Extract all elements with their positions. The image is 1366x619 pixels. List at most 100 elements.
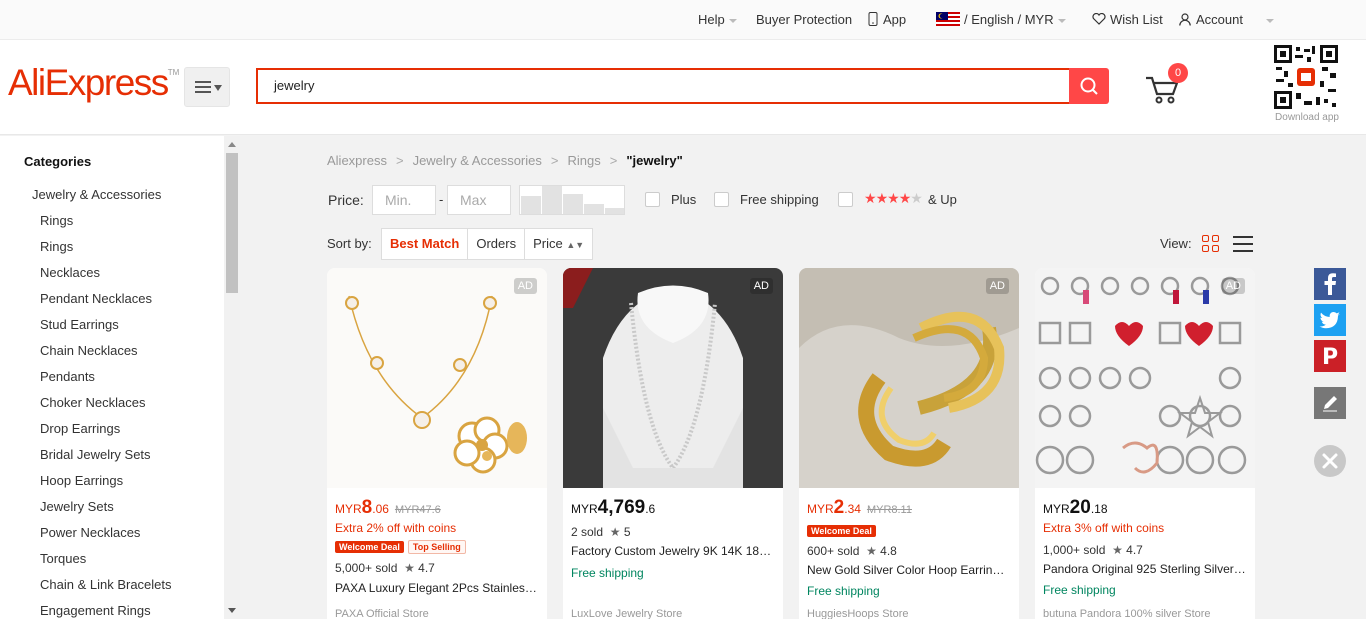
close-share-button[interactable]: [1314, 445, 1346, 477]
rating-value: 4.7: [418, 561, 435, 575]
account-caret[interactable]: [1262, 12, 1274, 27]
ad-badge: AD: [749, 278, 773, 294]
sidebar-item-jewelry-accessories[interactable]: Jewelry & Accessories: [32, 187, 161, 202]
product-image[interactable]: AD: [1035, 268, 1255, 488]
breadcrumb-aliexpress[interactable]: Aliexpress: [327, 153, 387, 168]
breadcrumb-jewelry[interactable]: Jewelry & Accessories: [413, 153, 542, 168]
sidebar-item-torques[interactable]: Torques: [40, 551, 172, 577]
app-link[interactable]: App: [868, 12, 906, 27]
sidebar-item-choker-necklaces[interactable]: Choker Necklaces: [40, 395, 172, 421]
price-integer: 2: [833, 497, 845, 518]
sidebar-item-power-necklaces[interactable]: Power Necklaces: [40, 525, 172, 551]
category-sidebar: Categories Jewelry & Accessories Rings R…: [0, 136, 240, 619]
facebook-share-button[interactable]: [1314, 268, 1346, 300]
price-integer: 20: [1069, 497, 1091, 518]
price-dash: -: [439, 192, 444, 207]
rating-value: 5: [623, 525, 631, 539]
wishlist-link[interactable]: Wish List: [1092, 12, 1163, 27]
scrollbar-thumb[interactable]: [226, 153, 238, 293]
qr-code-icon[interactable]: [1274, 45, 1338, 109]
trademark-mark: TM: [167, 68, 180, 77]
star-icon: ★: [898, 190, 912, 206]
plus-checkbox[interactable]: [645, 192, 660, 207]
rating-value: 4.8: [880, 544, 897, 558]
sidebar-item-bridal-jewelry-sets[interactable]: Bridal Jewelry Sets: [40, 447, 172, 473]
sort-price-button[interactable]: Price ▲▼: [525, 229, 592, 259]
welcome-deal-badge: Welcome Deal: [335, 541, 404, 553]
breadcrumb-separator: >: [395, 153, 404, 168]
sidebar-item-chain-necklaces[interactable]: Chain Necklaces: [40, 343, 172, 369]
help-menu[interactable]: Help: [698, 12, 737, 27]
search-input[interactable]: jewelry: [256, 68, 1070, 104]
search-icon: [1080, 77, 1098, 95]
twitter-share-button[interactable]: [1314, 304, 1346, 336]
product-image[interactable]: AD: [327, 268, 547, 488]
help-label: Help: [698, 12, 725, 27]
scroll-down-arrow[interactable]: [228, 608, 236, 613]
product-tags: Welcome Deal Top Selling: [335, 539, 470, 554]
ad-badge: AD: [1221, 278, 1245, 294]
aliexpress-logo[interactable]: AliExpressTM: [8, 62, 179, 104]
store-name[interactable]: butuna Pandora 100% silver Store: [1043, 608, 1211, 619]
product-card[interactable]: AD MYR2.34 MYR8.11 Welcome Deal 600+ sold…: [799, 268, 1019, 619]
malaysia-flag-icon: [936, 12, 960, 26]
coin-discount: Extra 3% off with coins: [1043, 521, 1165, 535]
category-menu-button[interactable]: [184, 67, 230, 107]
top-selling-badge: Top Selling: [407, 540, 466, 554]
sidebar-item-hoop-earrings[interactable]: Hoop Earrings: [40, 473, 172, 499]
account-menu[interactable]: Account: [1179, 12, 1243, 27]
search-button[interactable]: [1069, 68, 1109, 104]
sold-rating: 1,000+ sold ★ 4.7: [1043, 543, 1143, 557]
list-view-icon[interactable]: [1233, 236, 1253, 257]
product-title[interactable]: Factory Custom Jewelry 9K 14K 18K Gold T…: [571, 544, 775, 558]
product-image[interactable]: AD: [563, 268, 783, 488]
caret-down-icon: [1266, 18, 1274, 23]
welcome-deal-badge: Welcome Deal: [807, 525, 876, 537]
scroll-up-arrow[interactable]: [228, 142, 236, 147]
product-title[interactable]: New Gold Silver Color Hoop Earrings for …: [807, 563, 1011, 577]
sidebar-item-drop-earrings[interactable]: Drop Earrings: [40, 421, 172, 447]
sidebar-item-pendants[interactable]: Pendants: [40, 369, 172, 395]
product-card[interactable]: AD MYR4,769.6 2 sold ★ 5 Factory Custom …: [563, 268, 783, 619]
product-card[interactable]: AD MYR8.06 MYR47.6 Extra 2% off with coin…: [327, 268, 547, 619]
sort-best-match-button[interactable]: Best Match: [382, 229, 469, 259]
pinterest-icon: P: [1322, 345, 1338, 370]
price-max-input[interactable]: Max: [447, 185, 511, 215]
product-price: MYR2.34 MYR8.11: [807, 497, 912, 519]
product-title[interactable]: Pandora Original 925 Sterling Silver Ear…: [1043, 562, 1247, 576]
grid-view-icon[interactable]: [1202, 235, 1220, 253]
currency-label: MYR: [1024, 12, 1054, 27]
price-min-input[interactable]: Min.: [372, 185, 436, 215]
edit-button[interactable]: [1314, 387, 1346, 419]
pinterest-share-button[interactable]: P: [1314, 340, 1346, 372]
store-name[interactable]: HuggiesHoops Store: [807, 608, 909, 619]
product-image[interactable]: AD: [799, 268, 1019, 488]
free-shipping-checkbox[interactable]: [714, 192, 729, 207]
sidebar-scrollbar[interactable]: [224, 136, 240, 619]
buyer-protection-link[interactable]: Buyer Protection: [756, 12, 852, 27]
sidebar-item-rings-2[interactable]: Rings: [40, 239, 172, 265]
sidebar-item-rings[interactable]: Rings: [40, 213, 172, 239]
star-icon: ★: [1112, 543, 1123, 557]
price-decimal: .06: [372, 502, 389, 516]
product-card[interactable]: AD MYR20.18 Extra 3% off with coins 1,00…: [1035, 268, 1255, 619]
sidebar-item-stud-earrings[interactable]: Stud Earrings: [40, 317, 172, 343]
product-title[interactable]: PAXA Luxury Elegant 2Pcs Stainless Steel…: [335, 581, 539, 595]
store-name[interactable]: PAXA Official Store: [335, 608, 429, 619]
sidebar-item-necklaces[interactable]: Necklaces: [40, 265, 172, 291]
locale-selector[interactable]: / English / MYR: [936, 12, 1066, 27]
price-histogram[interactable]: [519, 185, 625, 215]
sidebar-item-pendant-necklaces[interactable]: Pendant Necklaces: [40, 291, 172, 317]
store-name[interactable]: LuxLove Jewelry Store: [571, 608, 682, 619]
sidebar-item-jewelry-sets[interactable]: Jewelry Sets: [40, 499, 172, 525]
svg-text:P: P: [1322, 345, 1338, 370]
star-icon: ★: [910, 190, 923, 206]
sort-orders-button[interactable]: Orders: [468, 229, 526, 259]
sidebar-item-engagement-rings[interactable]: Engagement Rings: [40, 603, 172, 619]
sidebar-title: Categories: [24, 154, 92, 169]
rating-checkbox[interactable]: [838, 192, 853, 207]
download-app-label: Download app: [1275, 112, 1339, 123]
breadcrumb-rings[interactable]: Rings: [567, 153, 600, 168]
sidebar-item-chain-link-bracelets[interactable]: Chain & Link Bracelets: [40, 577, 172, 603]
star-icon: ★: [864, 190, 877, 206]
